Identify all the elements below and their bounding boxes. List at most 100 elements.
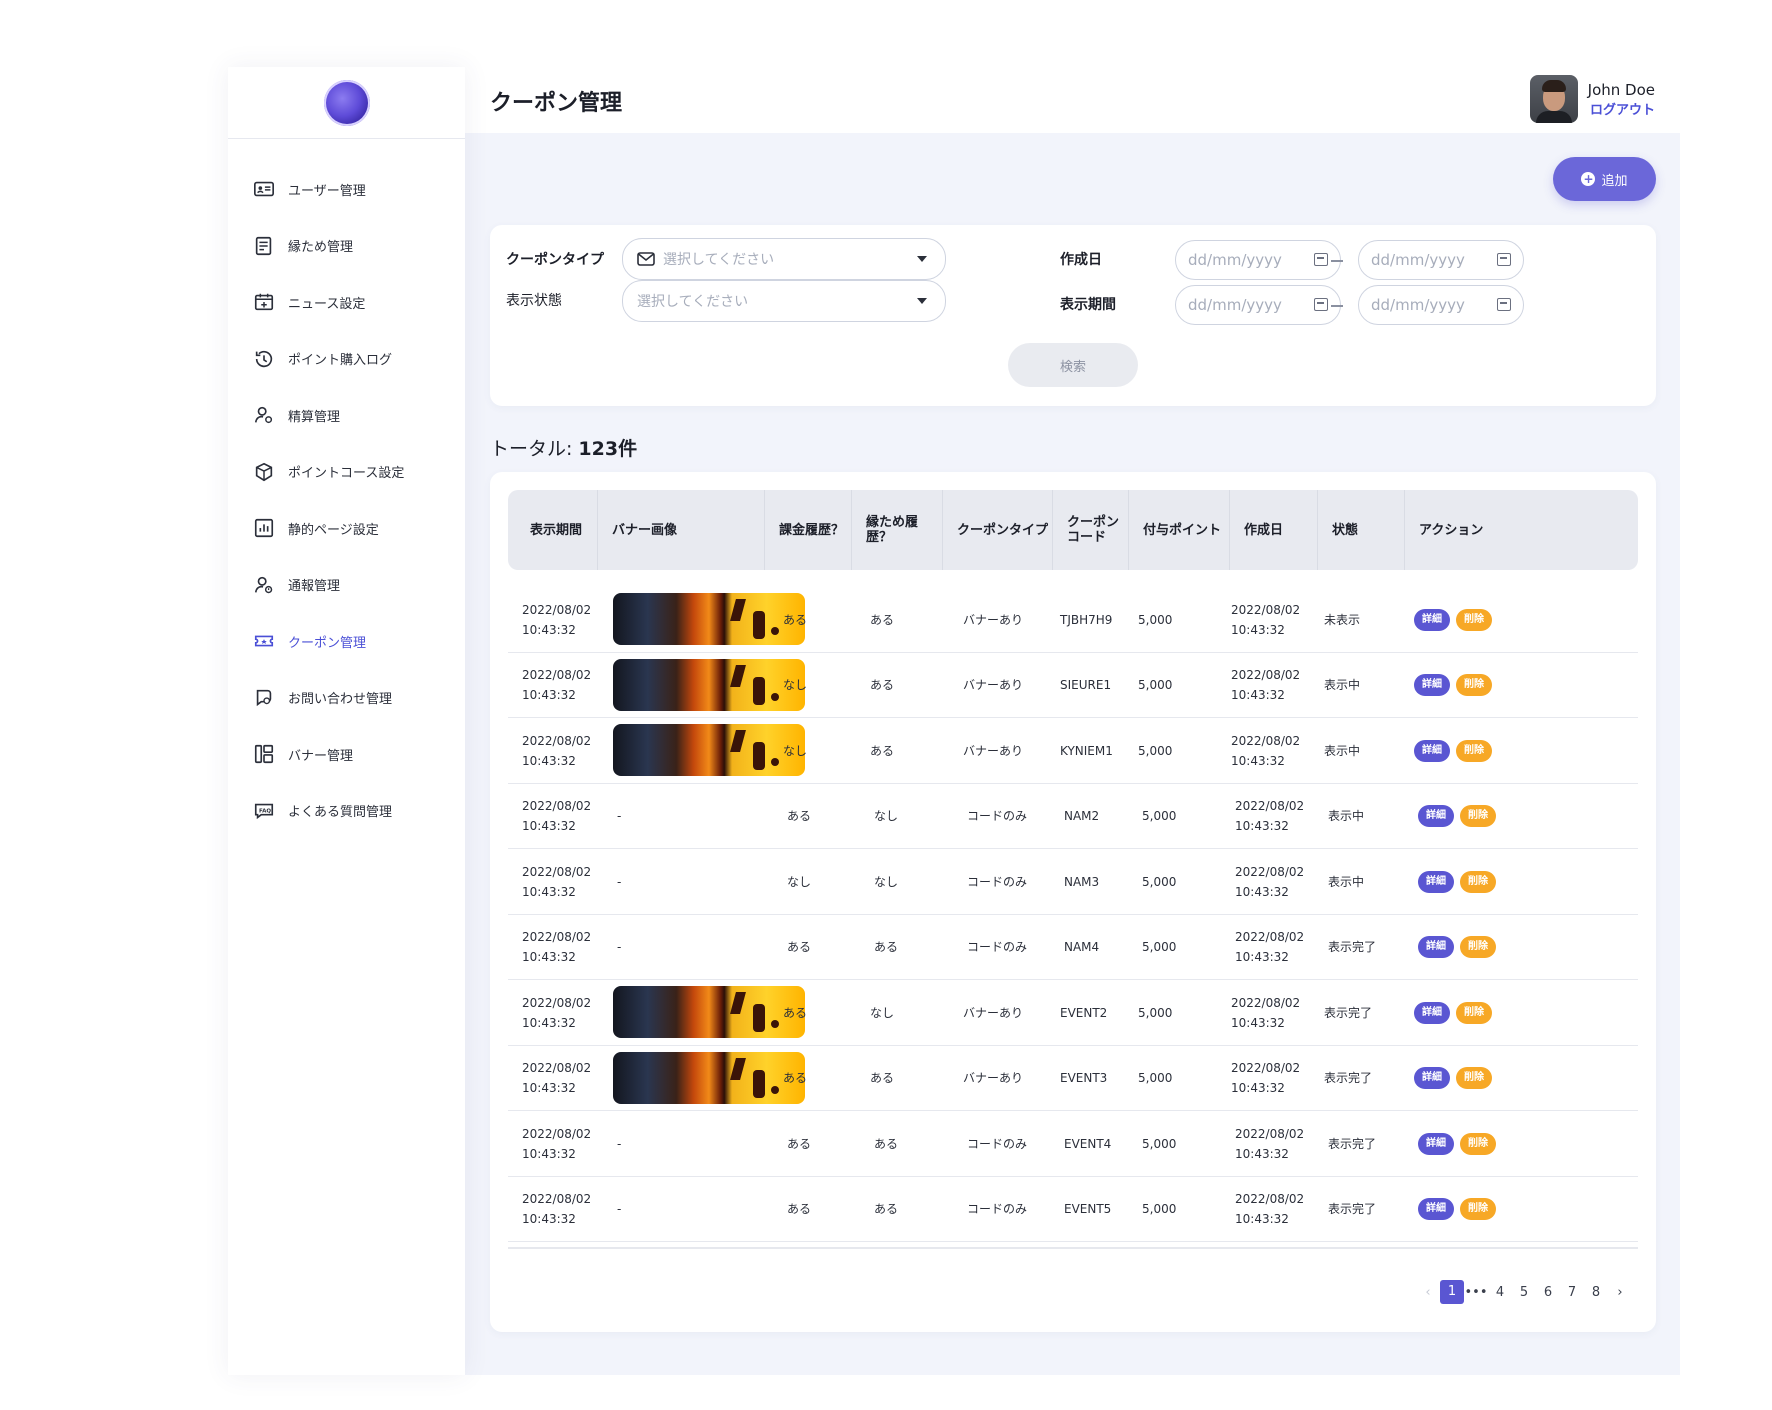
save-history-cell: ある: [870, 1071, 895, 1085]
inquiry-icon: [252, 686, 276, 710]
table-row[interactable]: 2022/08/02 10:43:32 - ある なし コードのみ NAM2 5,000 20…: [508, 784, 1638, 849]
coupon-code-cell: EVENT2: [1060, 1005, 1108, 1020]
coupon-code-cell: EVENT3: [1060, 1071, 1108, 1085]
coupon-code-cell: EVENT5: [1064, 1202, 1112, 1216]
add-button[interactable]: + 追加: [1553, 157, 1656, 201]
created-to-input[interactable]: dd/mm/yyyy: [1358, 240, 1524, 280]
save-history-cell: ある: [874, 940, 899, 954]
sidebar-item-1[interactable]: 縁ため管理: [228, 218, 465, 275]
banner-thumbnail[interactable]: [613, 724, 805, 776]
sidebar-item-11[interactable]: FAQ よくある質問管理: [228, 783, 465, 840]
sidebar-item-7[interactable]: 通報管理: [228, 557, 465, 614]
delete-button[interactable]: 削除: [1456, 608, 1492, 631]
coupon-icon: [252, 629, 276, 653]
banner-thumbnail[interactable]: [613, 593, 805, 645]
banner-thumbnail[interactable]: [613, 658, 805, 711]
status-cell: 表示完了: [1328, 1202, 1377, 1216]
avatar[interactable]: [1529, 75, 1578, 123]
chart-icon: [252, 516, 276, 540]
detail-button[interactable]: 詳細: [1418, 1198, 1454, 1220]
table-row[interactable]: 2022/08/02 10:43:32 なし ある バナーあり KYNIEM1 5,000…: [508, 718, 1638, 784]
sidebar-item-4[interactable]: 精算管理: [228, 387, 465, 444]
billing-history-cell: ある: [787, 940, 812, 954]
sidebar-item-3[interactable]: ポイント購入ログ: [228, 331, 465, 388]
calendar-icon: [1497, 253, 1511, 266]
column-header-9: アクション: [1419, 522, 1484, 538]
delete-button[interactable]: 削除: [1460, 870, 1496, 893]
created-date-cell: 2022/08/02 10:43:32: [1235, 1126, 1305, 1161]
display-status-select[interactable]: 選択してください: [622, 280, 946, 322]
status-cell: 未表示: [1324, 612, 1361, 627]
delete-button[interactable]: 削除: [1460, 805, 1496, 827]
actions-cell: 詳細 削除: [1414, 980, 1492, 1045]
filter-panel: クーポンタイプ 選択してください 表示状態 選択してください 作成日 dd/mm…: [490, 225, 1656, 406]
delete-button[interactable]: 削除: [1456, 739, 1492, 762]
points-cell: 5,000: [1142, 1136, 1177, 1151]
page-4[interactable]: 4: [1488, 1285, 1512, 1300]
next-page-icon[interactable]: ›: [1608, 1285, 1632, 1300]
created-date-cell: 2022/08/02 10:43:32: [1235, 1192, 1305, 1226]
detail-button[interactable]: 詳細: [1414, 674, 1450, 696]
delete-button[interactable]: 削除: [1456, 1067, 1492, 1089]
banner-cell: -: [617, 1202, 622, 1216]
detail-button[interactable]: 詳細: [1414, 739, 1450, 762]
table-row[interactable]: 2022/08/02 10:43:32 ある ある バナーあり TJBH7H9 5,000…: [508, 587, 1638, 653]
prev-page-icon[interactable]: ‹: [1416, 1285, 1440, 1300]
user-menu: John Doe ログアウト: [1529, 75, 1655, 123]
table-row[interactable]: 2022/08/02 10:43:32 - なし なし コードのみ NAM3 5,000 20…: [508, 849, 1638, 915]
main-content: クーポン管理 John Doe ログアウト + 追加 クーポンタイプ 選択してく…: [465, 67, 1680, 1375]
period-from-input[interactable]: dd/mm/yyyy: [1175, 285, 1341, 325]
detail-button[interactable]: 詳細: [1414, 1001, 1450, 1024]
delete-button[interactable]: 削除: [1460, 936, 1496, 958]
table-row[interactable]: 2022/08/02 10:43:32 なし ある バナーあり SIEURE1 5,000…: [508, 653, 1638, 718]
sidebar-item-5[interactable]: ポイントコース設定: [228, 444, 465, 501]
period-cell: 2022/08/02 10:43:32: [522, 1126, 592, 1161]
period-to-input[interactable]: dd/mm/yyyy: [1358, 285, 1524, 325]
sidebar-item-6[interactable]: 静的ページ設定: [228, 500, 465, 557]
banner-thumbnail[interactable]: [613, 1051, 805, 1104]
created-date-label: 作成日: [1060, 252, 1102, 268]
page-7[interactable]: 7: [1560, 1285, 1584, 1300]
created-from-input[interactable]: dd/mm/yyyy: [1175, 240, 1341, 280]
table-row[interactable]: 2022/08/02 10:43:32 ある ある バナーあり EVENT3 5,000 2…: [508, 1046, 1638, 1111]
period-cell: 2022/08/02 10:43:32: [522, 602, 592, 637]
plus-circle-icon: +: [1581, 172, 1596, 186]
page-8[interactable]: 8: [1584, 1285, 1608, 1300]
sidebar-item-label: ニュース設定: [288, 296, 366, 312]
delete-button[interactable]: 削除: [1456, 674, 1492, 696]
coupon-code-cell: TJBH7H9: [1060, 612, 1113, 627]
search-button[interactable]: 検索: [1008, 343, 1138, 387]
table-row[interactable]: 2022/08/02 10:43:32 - ある ある コードのみ NAM4 5,000 20…: [508, 915, 1638, 980]
app-logo[interactable]: [323, 79, 370, 126]
detail-button[interactable]: 詳細: [1414, 608, 1450, 631]
banner-thumbnail[interactable]: [613, 986, 805, 1038]
page-5[interactable]: 5: [1512, 1285, 1536, 1300]
coupon-type-select[interactable]: 選択してください: [622, 238, 946, 280]
page-current[interactable]: 1: [1440, 1280, 1464, 1304]
detail-button[interactable]: 詳細: [1418, 805, 1454, 827]
sidebar-item-2[interactable]: ニュース設定: [228, 274, 465, 331]
table-row[interactable]: 2022/08/02 10:43:32 ある なし バナーあり EVENT2 5,000 2…: [508, 980, 1638, 1046]
detail-button[interactable]: 詳細: [1418, 870, 1454, 893]
table-row[interactable]: 2022/08/02 10:43:32 - ある ある コードのみ EVENT5 5,000…: [508, 1177, 1638, 1242]
detail-button[interactable]: 詳細: [1418, 1132, 1454, 1155]
sidebar-item-8[interactable]: クーポン管理: [228, 613, 465, 670]
page-6[interactable]: 6: [1536, 1285, 1560, 1300]
column-header-3: 縁ため履歴？: [852, 490, 943, 570]
sidebar-item-label: クーポン管理: [288, 635, 367, 651]
coupon-type-placeholder: 選択してください: [663, 252, 775, 268]
sidebar-item-10[interactable]: バナー管理: [228, 726, 465, 783]
date-placeholder: dd/mm/yyyy: [1371, 296, 1465, 314]
created-date-cell: 2022/08/02 10:43:32: [1235, 930, 1305, 964]
sidebar-item-9[interactable]: お問い合わせ管理: [228, 670, 465, 727]
sidebar-item-label: ポイントコース設定: [288, 466, 405, 482]
detail-button[interactable]: 詳細: [1414, 1067, 1450, 1089]
detail-button[interactable]: 詳細: [1418, 936, 1454, 958]
date-placeholder: dd/mm/yyyy: [1188, 296, 1282, 314]
delete-button[interactable]: 削除: [1460, 1132, 1496, 1155]
logout-link[interactable]: ログアウト: [1588, 99, 1655, 118]
sidebar-item-0[interactable]: ユーザー管理: [228, 161, 465, 218]
delete-button[interactable]: 削除: [1456, 1001, 1492, 1024]
table-row[interactable]: 2022/08/02 10:43:32 - ある ある コードのみ EVENT4 5,000…: [508, 1111, 1638, 1177]
delete-button[interactable]: 削除: [1460, 1198, 1496, 1220]
